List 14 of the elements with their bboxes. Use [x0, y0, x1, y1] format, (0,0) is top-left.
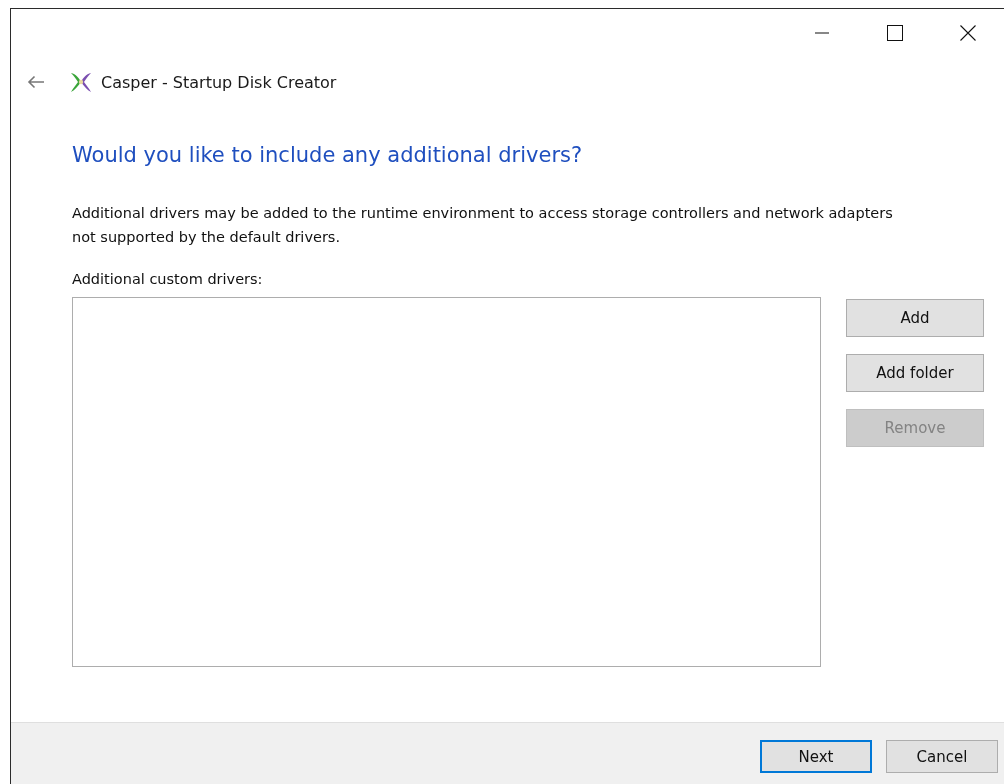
footer-button[interactable]: Cancel	[886, 740, 998, 773]
window-title: Casper - Startup Disk Creator	[101, 72, 337, 92]
maximize-icon	[886, 25, 903, 41]
action-button[interactable]: Add folder	[846, 354, 984, 392]
drivers-list[interactable]	[72, 297, 821, 667]
minimize-icon	[814, 32, 829, 34]
action-button[interactable]: Add	[846, 299, 984, 337]
list-label: Additional custom drivers:	[72, 271, 264, 287]
close-icon	[959, 25, 976, 41]
description-text: Additional drivers may be added to the runtime environment to access storage controllers and network adapters not supported by the default drivers.	[72, 204, 894, 247]
footer-button[interactable]: Next	[760, 740, 872, 773]
app-logo-icon	[69, 70, 93, 94]
page-heading: Would you like to include any additional drivers?	[72, 143, 584, 167]
back-arrow-icon	[27, 75, 45, 89]
